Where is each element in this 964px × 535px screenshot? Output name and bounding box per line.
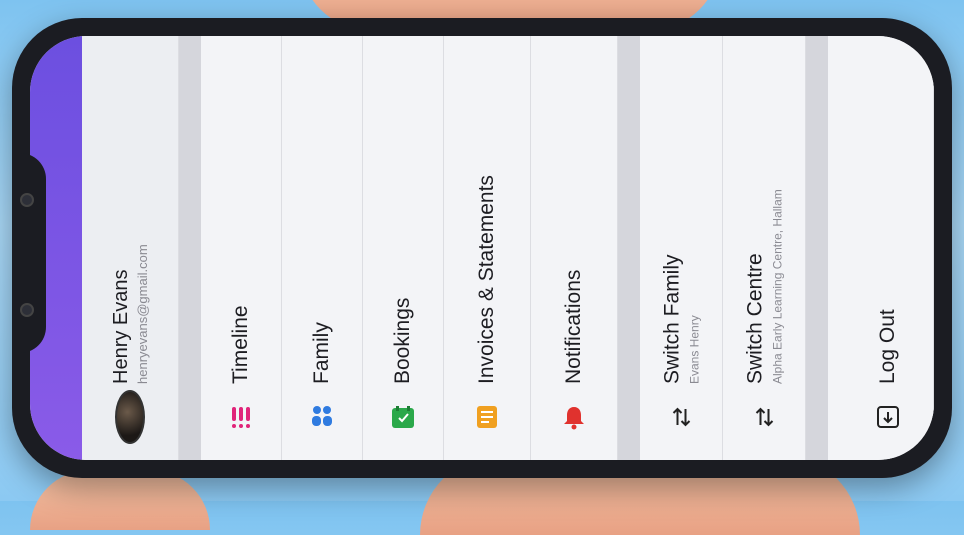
- divider: [806, 36, 828, 460]
- switch-centre-sub: Alpha Early Learning Centre, Hallam: [770, 189, 785, 384]
- profile-email: henryevans@gmail.com: [135, 244, 150, 384]
- menu-item-notifications[interactable]: Notifications: [531, 36, 618, 460]
- side-menu-screen: Henry Evans henryevans@gmail.com Timelin…: [30, 36, 934, 460]
- profile-header[interactable]: Henry Evans henryevans@gmail.com: [82, 36, 179, 460]
- family-icon: [307, 402, 337, 432]
- hand-bottom-left: [30, 470, 210, 530]
- phone-frame: Henry Evans henryevans@gmail.com Timelin…: [12, 18, 952, 478]
- logout-label: Log Out: [876, 309, 899, 384]
- divider: [618, 36, 640, 460]
- menu-item-bookings[interactable]: Bookings: [363, 36, 444, 460]
- logout-button[interactable]: Log Out: [828, 36, 934, 460]
- switch-family-button[interactable]: Switch Family Evans Henry: [640, 36, 723, 460]
- switch-family-label: Switch Family: [660, 254, 684, 384]
- menu-item-family[interactable]: Family: [282, 36, 363, 460]
- timeline-icon: [226, 402, 256, 432]
- menu-item-label: Bookings: [391, 297, 414, 384]
- menu-item-label: Invoices & Statements: [475, 175, 498, 384]
- logout-icon: [873, 402, 903, 432]
- menu-item-invoices[interactable]: Invoices & Statements: [444, 36, 531, 460]
- switch-arrows-icon: [666, 402, 696, 432]
- switch-arrows-icon: [749, 402, 779, 432]
- menu-item-timeline[interactable]: Timeline: [201, 36, 282, 460]
- bookings-icon: [388, 402, 418, 432]
- invoice-icon: [472, 402, 502, 432]
- divider: [179, 36, 201, 460]
- menu-item-label: Notifications: [562, 269, 585, 384]
- avatar: [115, 390, 145, 444]
- switch-centre-button[interactable]: Switch Centre Alpha Early Learning Centr…: [723, 36, 806, 460]
- menu-item-label: Timeline: [229, 305, 252, 384]
- phone-notch: [12, 153, 46, 353]
- switch-centre-label: Switch Centre: [743, 253, 767, 384]
- profile-name: Henry Evans: [110, 269, 132, 385]
- switch-family-sub: Evans Henry: [687, 315, 702, 384]
- menu-item-label: Family: [310, 322, 333, 384]
- bell-icon: [559, 402, 589, 432]
